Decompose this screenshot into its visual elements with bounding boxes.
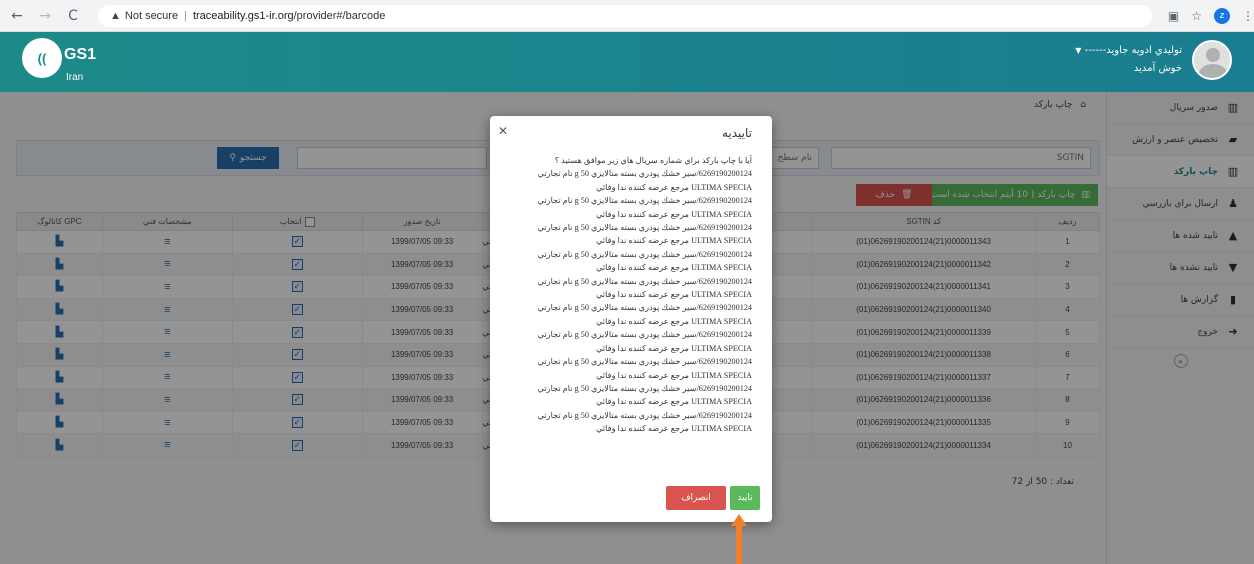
dialog-title: تاييديه <box>721 126 752 140</box>
dialog-body: آيا با چاپ بارکد براي شماره سريال هاي زي… <box>504 154 752 436</box>
dialog-line-product: 6269190200124/سير خشك پودري بسته متالايز… <box>537 357 752 367</box>
reload-icon[interactable]: C <box>66 8 80 24</box>
user-menu[interactable]: ▼ ------توليدي ادويه جاويد خوش آمديد <box>1069 40 1232 80</box>
star-icon[interactable]: ☆ <box>1191 9 1202 23</box>
dialog-line-supplier: ULTIMA SPECIA مرجع عرضه کننده ندا وفائي <box>596 263 752 273</box>
dialog-question: آيا با چاپ بارکد براي شماره سريال هاي زي… <box>554 156 752 165</box>
dialog-line-product: 6269190200124/سير خشك پودري بسته متالايز… <box>537 249 752 259</box>
caret-down-icon[interactable]: ▼ <box>1075 46 1081 55</box>
close-icon[interactable]: ✕ <box>498 124 508 138</box>
user-name: ------توليدي ادويه جاويد <box>1084 45 1182 56</box>
dialog-line-product: 6269190200124/سير خشك پودري بسته متالايز… <box>537 410 752 420</box>
dialog-line-product: 6269190200124/سير خشك پودري بسته متالايز… <box>537 196 752 206</box>
dialog-line-product: 6269190200124/سير خشك پودري بسته متالايز… <box>537 303 752 313</box>
address-bar[interactable]: ▲ Not secure | traceability.gs1-ir.org /… <box>98 4 1152 27</box>
dialog-line-supplier: ULTIMA SPECIA مرجع عرضه کننده ندا وفائي <box>596 182 752 192</box>
dialog-line-product: 6269190200124/سير خشك پودري بسته متالايز… <box>537 276 752 286</box>
user-info: ▼ ------توليدي ادويه جاويد خوش آمديد <box>1069 42 1182 78</box>
browser-nav: ← → C <box>10 8 80 24</box>
translate-icon[interactable]: ▣ <box>1168 9 1179 23</box>
address-separator: | <box>184 9 187 22</box>
dialog-line-product: 6269190200124/سير خشك پودري بسته متالايز… <box>537 383 752 393</box>
annotation-arrow <box>731 514 747 564</box>
cancel-button[interactable]: انصراف <box>666 486 726 510</box>
gs1-logo: (( <box>22 38 62 78</box>
dialog-line-supplier: ULTIMA SPECIA مرجع عرضه کننده ندا وفائي <box>596 209 752 219</box>
dialog-line-supplier: ULTIMA SPECIA مرجع عرضه کننده ندا وفائي <box>596 316 752 326</box>
dialog-line-supplier: ULTIMA SPECIA مرجع عرضه کننده ندا وفائي <box>596 424 752 434</box>
welcome-text: خوش آمديد <box>1133 63 1182 74</box>
dialog-line-product: 6269190200124/سير خشك پودري بسته متالايز… <box>537 330 752 340</box>
back-icon[interactable]: ← <box>10 8 24 24</box>
logo-subtitle: Iran <box>66 72 84 83</box>
dialog-line-product: 6269190200124/سير خشك پودري بسته متالايز… <box>537 223 752 233</box>
dialog-line-product: 6269190200124/سير خشك پودري بسته متالايز… <box>537 169 752 179</box>
profile-avatar[interactable]: z <box>1214 7 1230 24</box>
forward-icon[interactable]: → <box>38 8 52 24</box>
warning-icon: ▲ <box>110 9 121 22</box>
dialog-line-supplier: ULTIMA SPECIA مرجع عرضه کننده ندا وفائي <box>596 236 752 246</box>
security-label: Not secure <box>124 9 179 22</box>
dialog-line-supplier: ULTIMA SPECIA مرجع عرضه کننده ندا وفائي <box>596 397 752 407</box>
browser-actions: ▣ ☆ z ⋮ <box>1168 7 1254 24</box>
menu-dots-icon[interactable]: ⋮ <box>1242 9 1254 23</box>
user-avatar[interactable] <box>1192 40 1232 80</box>
confirm-button[interactable]: تاييد <box>730 486 760 510</box>
url-host: traceability.gs1-ir.org <box>192 9 294 22</box>
dialog-line-supplier: ULTIMA SPECIA مرجع عرضه کننده ندا وفائي <box>596 290 752 300</box>
browser-toolbar: ← → C ▲ Not secure | traceability.gs1-ir… <box>0 0 1254 32</box>
url-path: /provider#/barcode <box>293 9 386 22</box>
logo-text: GS1 <box>64 46 97 63</box>
dialog-line-supplier: ULTIMA SPECIA مرجع عرضه کننده ندا وفائي <box>596 343 752 353</box>
confirm-dialog: ✕ تاييديه آيا با چاپ بارکد براي شماره سر… <box>490 116 772 522</box>
app-header: (( GS1 Iran ▼ ------توليدي ادويه جاويد خ… <box>0 32 1254 92</box>
dialog-line-supplier: ULTIMA SPECIA مرجع عرضه کننده ندا وفائي <box>596 370 752 380</box>
